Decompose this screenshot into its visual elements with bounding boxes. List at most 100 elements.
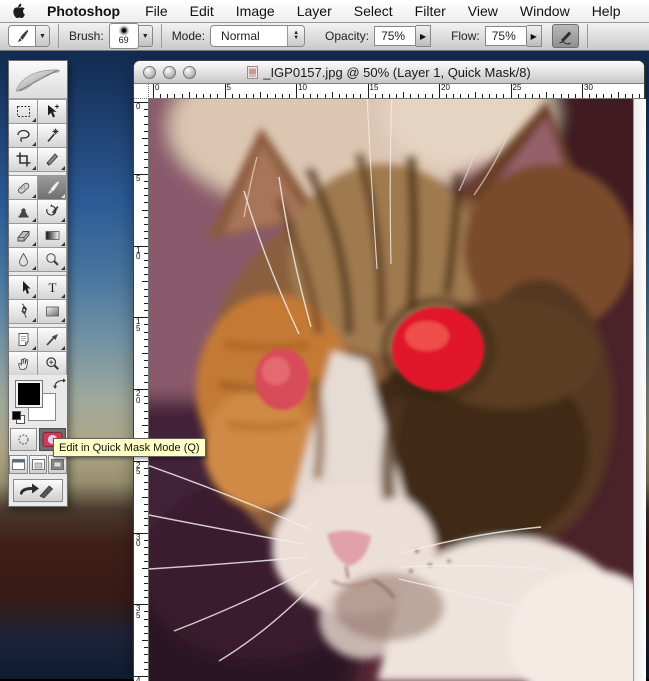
tool-path-selection[interactable] [9, 276, 37, 299]
zoom-icon [44, 355, 61, 372]
menu-item-photoshop[interactable]: Photoshop [36, 3, 134, 19]
healing-brush-icon [15, 179, 32, 196]
menu-item-view[interactable]: View [457, 3, 509, 19]
ruler-corner [134, 84, 149, 99]
photoshop-feather-icon [12, 64, 64, 96]
close-button[interactable] [143, 66, 156, 79]
standard-mode-button[interactable] [10, 428, 37, 451]
tool-eraser[interactable] [9, 224, 37, 247]
brush-size-value: 69 [119, 36, 129, 45]
svg-text:T: T [48, 280, 56, 295]
tool-magic-wand[interactable] [38, 124, 66, 147]
notes-icon [15, 331, 32, 348]
tool-preset-picker[interactable]: ▼ [8, 25, 50, 47]
gradient-icon [44, 227, 61, 244]
brush-size-preview[interactable]: 69 [109, 23, 139, 49]
flow-value: 75% [492, 29, 516, 43]
tool-hand[interactable] [9, 352, 37, 375]
tool-history-brush[interactable] [38, 200, 66, 223]
menu-item-image[interactable]: Image [225, 3, 286, 19]
menu-item-layer[interactable]: Layer [286, 3, 343, 19]
tool-healing-brush[interactable] [9, 176, 37, 199]
mode-label: Mode: [172, 29, 205, 43]
toolbox-header[interactable] [9, 61, 67, 99]
menu-item-file[interactable]: File [134, 3, 179, 19]
standard-mode-icon [15, 432, 32, 447]
magic-wand-icon [44, 127, 61, 144]
blend-mode-select[interactable]: Normal ▲▼ [210, 25, 305, 47]
blend-mode-value: Normal [211, 26, 287, 46]
rectangular-marquee-icon [15, 103, 32, 120]
menu-item-window[interactable]: Window [509, 3, 581, 19]
brush-label: Brush: [69, 29, 104, 43]
menu-item-help[interactable]: Help [581, 3, 632, 19]
quick-mask-tooltip: Edit in Quick Mask Mode (Q) [53, 438, 206, 457]
tool-blur[interactable] [9, 248, 37, 271]
options-bar: ▼ Brush: 69 ▼ Mode: Normal ▲▼ Opacity: 7… [0, 22, 649, 51]
canvas-image[interactable] [149, 99, 633, 681]
move-icon [44, 103, 61, 120]
opacity-label: Opacity: [325, 29, 369, 43]
opacity-value: 75% [381, 29, 405, 43]
document-title-bar[interactable]: _IGP0157.jpg @ 50% (Layer 1, Quick Mask/… [134, 61, 644, 84]
swap-colors-icon[interactable] [53, 378, 66, 390]
default-colors-icon[interactable] [12, 411, 24, 423]
menu-bar: Photoshop File Edit Image Layer Select F… [0, 0, 649, 23]
menu-item-filter[interactable]: Filter [404, 3, 457, 19]
tool-grid: T [9, 99, 67, 375]
tool-move[interactable] [38, 100, 66, 123]
apple-menu-icon[interactable] [12, 3, 26, 19]
document-icon [247, 66, 258, 79]
clone-stamp-icon [15, 203, 32, 220]
tool-dodge[interactable] [38, 248, 66, 271]
zoom-window-button[interactable] [183, 66, 196, 79]
tool-lasso[interactable] [9, 124, 37, 147]
dodge-icon [44, 251, 61, 268]
tool-zoom[interactable] [38, 352, 66, 375]
airbrush-icon [557, 28, 574, 45]
flow-slider-button[interactable]: ▶ [527, 25, 542, 47]
tool-gradient[interactable] [38, 224, 66, 247]
tool-type[interactable]: T [38, 276, 66, 299]
vertical-ruler[interactable]: 051 01 52 02 53 03 54 0 [134, 99, 149, 681]
tool-crop[interactable] [9, 148, 37, 171]
fullscreen-with-menubar-button[interactable] [29, 455, 48, 474]
minimize-button[interactable] [163, 66, 176, 79]
tool-rectangular-marquee[interactable] [9, 100, 37, 123]
tool-brush[interactable] [38, 176, 66, 199]
preset-dropdown-arrow-icon: ▼ [35, 26, 49, 46]
vertical-scrollbar[interactable] [633, 99, 646, 681]
horizontal-ruler[interactable]: 051015202530 [149, 84, 644, 99]
cat-photo-quickmask [149, 99, 633, 681]
fullscreen-button[interactable] [48, 455, 67, 474]
history-brush-icon [44, 203, 61, 220]
tool-pen[interactable] [9, 300, 37, 323]
stepper-arrows-icon: ▲▼ [287, 26, 304, 46]
opacity-input[interactable]: 75% [374, 26, 416, 46]
path-selection-icon [15, 279, 32, 296]
fullscreen-menubar-icon [32, 459, 45, 470]
tool-slice[interactable] [38, 148, 66, 171]
opacity-slider-button[interactable]: ▶ [416, 25, 431, 47]
standard-screen-button[interactable] [9, 455, 28, 474]
document-window: _IGP0157.jpg @ 50% (Layer 1, Quick Mask/… [133, 60, 645, 680]
rectangle-shape-icon [44, 303, 61, 320]
foreground-color-swatch[interactable] [15, 380, 43, 408]
jump-to-imageready-button[interactable] [13, 479, 63, 502]
menu-item-select[interactable]: Select [343, 3, 404, 19]
color-control [9, 377, 67, 425]
standard-screen-icon [12, 459, 25, 470]
flow-input[interactable]: 75% [485, 26, 527, 46]
tool-clone-stamp[interactable] [9, 200, 37, 223]
tool-eyedropper[interactable] [38, 328, 66, 351]
brush-dropdown-button[interactable]: ▼ [139, 25, 153, 47]
tool-notes[interactable] [9, 328, 37, 351]
menu-item-edit[interactable]: Edit [179, 3, 225, 19]
blur-drop-icon [15, 251, 32, 268]
airbrush-toggle-button[interactable] [552, 24, 579, 48]
hand-icon [15, 355, 32, 372]
fullscreen-icon [51, 459, 64, 470]
document-title: _IGP0157.jpg @ 50% (Layer 1, Quick Mask/… [134, 65, 644, 80]
tool-rectangle[interactable] [38, 300, 66, 323]
slice-icon [44, 151, 61, 168]
